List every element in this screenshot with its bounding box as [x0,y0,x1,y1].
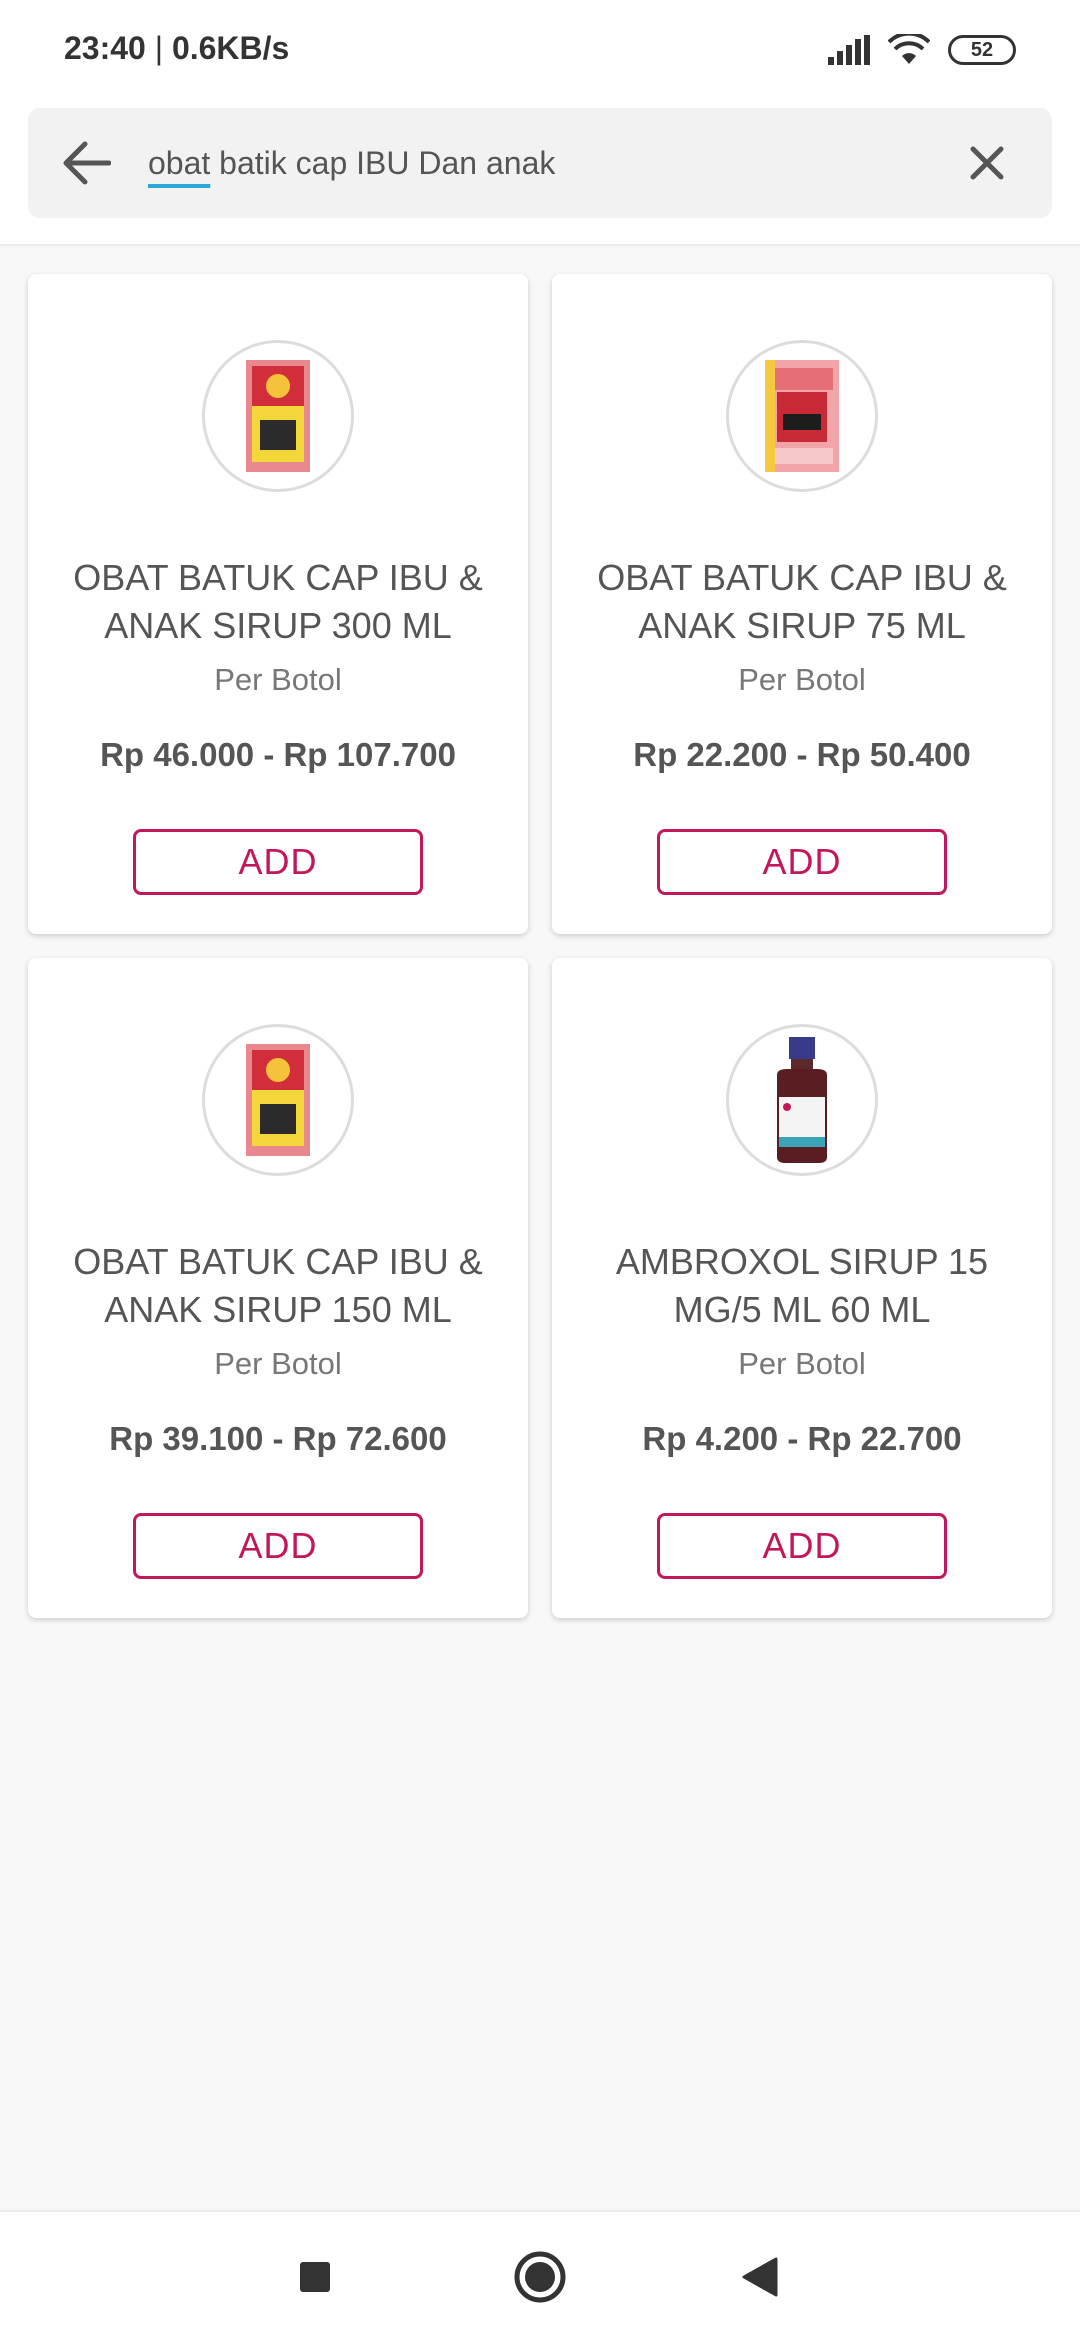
triangle-back-icon [742,2257,778,2297]
product-price: Rp 4.200 - Rp 22.700 [642,1420,962,1457]
back-nav-button[interactable] [728,2245,792,2309]
product-unit: Per Botol [738,1346,866,1381]
square-icon [300,2262,330,2292]
search-header: obat batik cap IBU Dan anak [0,100,1080,246]
close-icon [970,146,1004,180]
product-name: OBAT BATUK CAP IBU & ANAK SIRUP 75 ML [597,557,1007,646]
signal-icon [828,35,870,65]
status-separator: | [154,30,164,66]
navigation-bar [0,2210,1080,2340]
status-time: 23:40 | 0.6KB/s [64,30,289,67]
recents-button[interactable] [283,2245,347,2309]
home-circle-icon [514,2251,566,2303]
search-query-highlight: obat [148,145,211,181]
product-unit: Per Botol [738,662,866,697]
home-button[interactable] [508,2245,572,2309]
product-card[interactable]: OBAT BATUK CAP IBU & ANAK SIRUP 300 ML P… [28,274,528,934]
search-box: obat batik cap IBU Dan anak [28,108,1052,218]
battery-icon: 52 [948,35,1016,65]
add-button[interactable]: ADD [133,1513,423,1579]
back-button[interactable] [56,133,116,193]
product-card[interactable]: AMBROXOL SIRUP 15 MG/5 ML 60 ML Per Boto… [552,958,1052,1618]
add-button[interactable]: ADD [133,829,423,895]
pink-box-icon [765,360,839,472]
network-speed: 0.6KB/s [171,30,290,66]
product-card[interactable]: OBAT BATUK CAP IBU & ANAK SIRUP 150 ML P… [28,958,528,1618]
status-bar: 23:40 | 0.6KB/s 52 [0,0,1080,100]
clock: 23:40 [64,30,146,66]
add-button[interactable]: ADD [657,829,947,895]
product-image [726,1024,878,1176]
arrow-left-icon [63,141,111,185]
product-price: Rp 39.100 - Rp 72.600 [109,1420,447,1457]
product-name: OBAT BATUK CAP IBU & ANAK SIRUP 150 ML [73,1241,483,1330]
red-yellow-box-icon [246,360,310,472]
product-image [202,1024,354,1176]
product-image [202,340,354,492]
status-icons: 52 [828,30,1016,70]
product-unit: Per Botol [214,1346,342,1381]
product-unit: Per Botol [214,662,342,697]
product-card[interactable]: OBAT BATUK CAP IBU & ANAK SIRUP 75 ML Pe… [552,274,1052,934]
search-input[interactable]: obat batik cap IBU Dan anak [148,128,928,198]
product-price: Rp 46.000 - Rp 107.700 [100,736,456,773]
product-price: Rp 22.200 - Rp 50.400 [633,736,971,773]
red-yellow-box-icon [246,1044,310,1156]
product-name: AMBROXOL SIRUP 15 MG/5 ML 60 ML [615,1241,989,1330]
product-name: OBAT BATUK CAP IBU & ANAK SIRUP 300 ML [73,557,483,646]
bottle-icon [777,1037,827,1163]
clear-button[interactable] [962,138,1012,188]
add-button[interactable]: ADD [657,1513,947,1579]
product-grid: OBAT BATUK CAP IBU & ANAK SIRUP 300 ML P… [28,274,1052,1618]
search-query-rest: batik cap IBU Dan anak [210,145,556,181]
product-image [726,340,878,492]
wifi-icon [888,34,930,64]
